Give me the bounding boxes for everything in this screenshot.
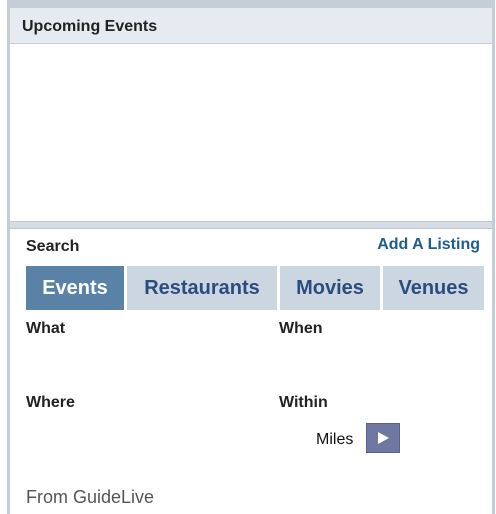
tab-movies[interactable]: Movies <box>280 266 380 310</box>
add-listing-link[interactable]: Add A Listing <box>377 236 480 254</box>
search-go-button[interactable] <box>366 423 400 453</box>
from-guidelive-text: From GuideLive <box>26 487 155 507</box>
search-label: Search <box>26 238 80 255</box>
miles-label: Miles <box>316 431 354 448</box>
upcoming-events-header: Upcoming Events <box>10 8 492 44</box>
search-tabs: Events Restaurants Movies Venues <box>26 266 484 310</box>
when-label: When <box>279 320 323 337</box>
tab-venues[interactable]: Venues <box>383 266 484 310</box>
tab-restaurants[interactable]: Restaurants <box>127 266 277 310</box>
events-widget: Upcoming Events Search Add A Listing Eve… <box>7 0 495 514</box>
section-divider <box>10 221 492 229</box>
what-label: What <box>26 320 66 337</box>
play-arrow-icon <box>378 432 389 444</box>
upcoming-events-title: Upcoming Events <box>22 18 158 35</box>
tab-events[interactable]: Events <box>26 266 124 310</box>
where-label: Where <box>26 394 75 411</box>
within-label: Within <box>279 394 328 411</box>
